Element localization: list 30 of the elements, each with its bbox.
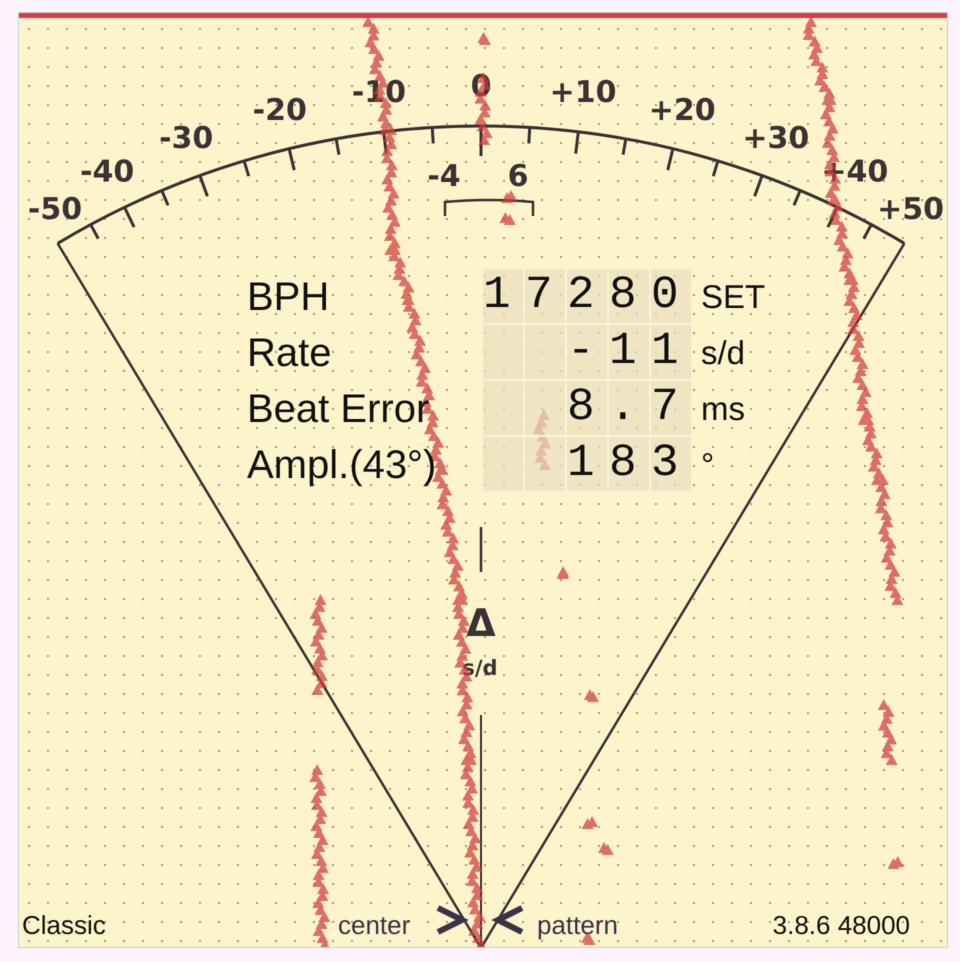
pointer-label: pattern [537,910,618,941]
readout-label: Rate [247,330,332,376]
readout-value: 8.7 [483,381,693,437]
chevron-left-icon [491,905,524,935]
version-label: 3.8.6 48000 [772,910,910,941]
unit-label: ° [700,446,716,484]
scale-label: -30 [159,120,214,156]
unit-label: s/d [700,334,746,372]
scale-label: 6 [508,159,528,194]
chevron-right-icon [436,905,469,935]
scale-label: -20 [252,92,307,128]
scale-label: +10 [550,75,616,110]
delta-mark: Δ [466,601,496,645]
scale-label: -4 [427,159,461,194]
scale-label: -50 [28,192,82,228]
mode-label[interactable]: Classic [22,910,106,941]
center-line [480,527,482,572]
scale-label: -40 [80,154,134,190]
scale-label: +50 [877,192,944,228]
scale-label: +20 [648,92,716,128]
readout-label: Ampl.(43°) [247,442,438,488]
readout-label: BPH [247,274,330,320]
readout-label: Beat Error [247,386,430,432]
readout-value: 17280 [483,269,693,325]
unit-label: ms [700,390,746,428]
readout-value: 183 [483,437,693,493]
pointer-label: center [338,910,410,941]
unit-label: SET [700,278,766,316]
scale-label: +30 [742,120,810,156]
readout-value: -11 [483,325,693,381]
